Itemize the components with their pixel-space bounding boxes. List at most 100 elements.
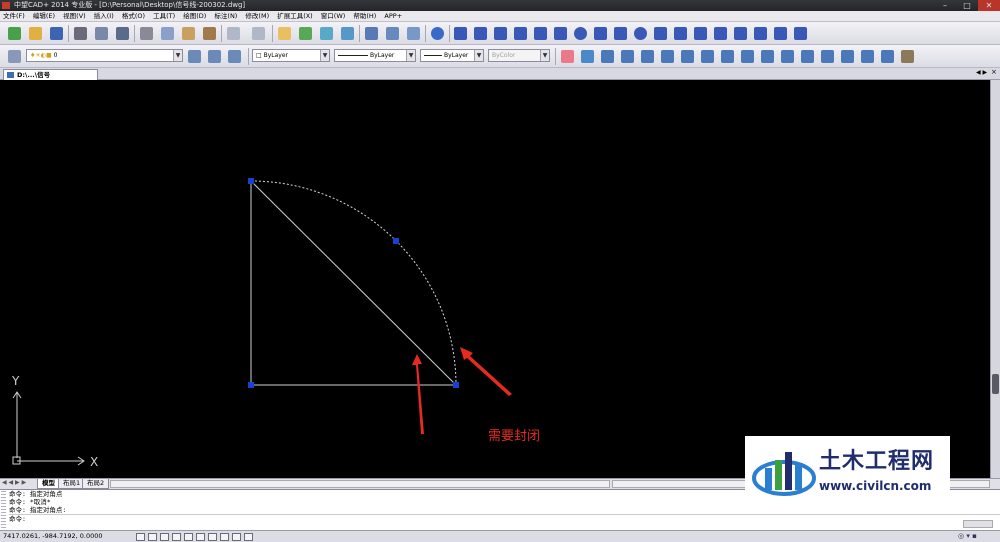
status-tray-icons[interactable]: ◎ ▾ ▪ <box>958 531 977 542</box>
zoom-realtime-button[interactable] <box>297 25 314 42</box>
cut-button[interactable] <box>138 25 155 42</box>
point-button[interactable] <box>712 25 729 42</box>
paste-button[interactable] <box>180 25 197 42</box>
menu-modify[interactable]: 修改(M) <box>242 11 272 22</box>
menu-dimension[interactable]: 标注(N) <box>211 11 240 22</box>
multiline-text-button[interactable] <box>792 25 809 42</box>
extend-button[interactable] <box>759 48 776 65</box>
otrack-toggle-button[interactable] <box>196 533 205 541</box>
print-preview-button[interactable] <box>93 25 110 42</box>
rotate-button[interactable] <box>679 48 696 65</box>
document-tab[interactable]: D:\...\信号线-200302.dwg <box>3 69 98 89</box>
model-space-toggle-button[interactable] <box>232 533 241 541</box>
layer-manager-button[interactable] <box>6 48 23 65</box>
menu-tools[interactable]: 工具(T) <box>150 11 178 22</box>
ortho-toggle-button[interactable] <box>160 533 169 541</box>
design-center-button[interactable] <box>384 25 401 42</box>
command-window-grip[interactable] <box>1 491 6 530</box>
pan-button[interactable] <box>276 25 293 42</box>
minimize-button[interactable]: – <box>934 0 956 11</box>
tab-scroll-arrows-icon[interactable]: ◀ ▶ <box>976 69 987 76</box>
menu-edit[interactable]: 编辑(E) <box>30 11 58 22</box>
tool-palette-button[interactable] <box>405 25 422 42</box>
mirror-button[interactable] <box>599 48 616 65</box>
line-button[interactable] <box>452 25 469 42</box>
close-button[interactable]: ✕ <box>978 0 1000 11</box>
scrollbar-thumb[interactable] <box>992 374 999 394</box>
lineweight-dropdown[interactable]: ByLayer ▼ <box>420 49 484 62</box>
rectangle-button[interactable] <box>532 25 549 42</box>
insert-block-button[interactable] <box>672 25 689 42</box>
table-button[interactable] <box>772 25 789 42</box>
plot-button[interactable] <box>114 25 131 42</box>
zoom-window-button[interactable] <box>318 25 335 42</box>
lineweight-toggle-button[interactable] <box>220 533 229 541</box>
polar-toggle-button[interactable] <box>172 533 181 541</box>
scale-button[interactable] <box>699 48 716 65</box>
array-button[interactable] <box>639 48 656 65</box>
corner-grip[interactable] <box>248 382 254 388</box>
trim-button[interactable] <box>739 48 756 65</box>
color-dropdown[interactable]: □ ByLayer ▼ <box>252 49 330 62</box>
tab-close-icon[interactable]: × <box>991 68 997 76</box>
ellipse-arc-button[interactable] <box>652 25 669 42</box>
horizontal-scrollbar[interactable] <box>110 480 610 488</box>
vertical-scrollbar[interactable] <box>990 80 1000 478</box>
arc-end-grip[interactable] <box>453 382 459 388</box>
polyline-button[interactable] <box>492 25 509 42</box>
command-scrollbar[interactable] <box>963 520 993 528</box>
erase-button[interactable] <box>559 48 576 65</box>
layer-previous-button[interactable] <box>206 48 223 65</box>
make-block-button[interactable] <box>692 25 709 42</box>
break-at-point-button[interactable] <box>779 48 796 65</box>
make-object-layer-current-button[interactable] <box>186 48 203 65</box>
redo-button[interactable] <box>250 25 267 42</box>
quick-properties-toggle-button[interactable] <box>244 533 253 541</box>
zoom-previous-button[interactable] <box>339 25 356 42</box>
tab-layout2[interactable]: 布局2 <box>82 479 110 489</box>
match-properties-button[interactable] <box>201 25 218 42</box>
drawing-canvas[interactable]: Y X 需要封闭 <box>0 80 990 478</box>
break-button[interactable] <box>799 48 816 65</box>
menu-help[interactable]: 帮助(H) <box>350 11 379 22</box>
menu-draw[interactable]: 绘图(D) <box>180 11 209 22</box>
fillet-button[interactable] <box>859 48 876 65</box>
grid-toggle-button[interactable] <box>148 533 157 541</box>
linetype-dropdown[interactable]: ByLayer ▼ <box>334 49 416 62</box>
dyn-toggle-button[interactable] <box>208 533 217 541</box>
undo-button[interactable] <box>225 25 242 42</box>
menu-extension-tools[interactable]: 扩展工具(X) <box>274 11 316 22</box>
stretch-button[interactable] <box>719 48 736 65</box>
join-button[interactable] <box>819 48 836 65</box>
open-button[interactable] <box>27 25 44 42</box>
save-button[interactable] <box>48 25 65 42</box>
arc-start-grip[interactable] <box>248 178 254 184</box>
tab-model[interactable]: 模型 <box>37 479 60 489</box>
circle-button[interactable] <box>572 25 589 42</box>
new-button[interactable] <box>6 25 23 42</box>
print-button[interactable] <box>72 25 89 42</box>
arc-button[interactable] <box>552 25 569 42</box>
spline-button[interactable] <box>612 25 629 42</box>
command-input[interactable]: 命令: <box>9 514 1000 523</box>
menu-format[interactable]: 格式(O) <box>119 11 148 22</box>
menu-window[interactable]: 窗口(W) <box>318 11 349 22</box>
menu-app-plus[interactable]: APP+ <box>381 11 405 22</box>
hatch-button[interactable] <box>732 25 749 42</box>
layout-nav-arrows-icon[interactable]: ◀ ◀ ▶ ▶ <box>2 479 26 486</box>
help-button[interactable] <box>429 25 446 42</box>
menu-file[interactable]: 文件(F) <box>0 11 28 22</box>
move-button[interactable] <box>659 48 676 65</box>
arc-midpoint-grip[interactable] <box>393 238 399 244</box>
copy-object-button[interactable] <box>579 48 596 65</box>
menu-view[interactable]: 视图(V) <box>60 11 89 22</box>
revision-cloud-button[interactable] <box>592 25 609 42</box>
polygon-button[interactable] <box>512 25 529 42</box>
layer-states-button[interactable] <box>226 48 243 65</box>
maximize-button[interactable]: □ <box>956 0 978 11</box>
properties-button[interactable] <box>363 25 380 42</box>
menu-insert[interactable]: 插入(I) <box>91 11 117 22</box>
osnap-toggle-button[interactable] <box>184 533 193 541</box>
ellipse-button[interactable] <box>632 25 649 42</box>
copy-button[interactable] <box>159 25 176 42</box>
